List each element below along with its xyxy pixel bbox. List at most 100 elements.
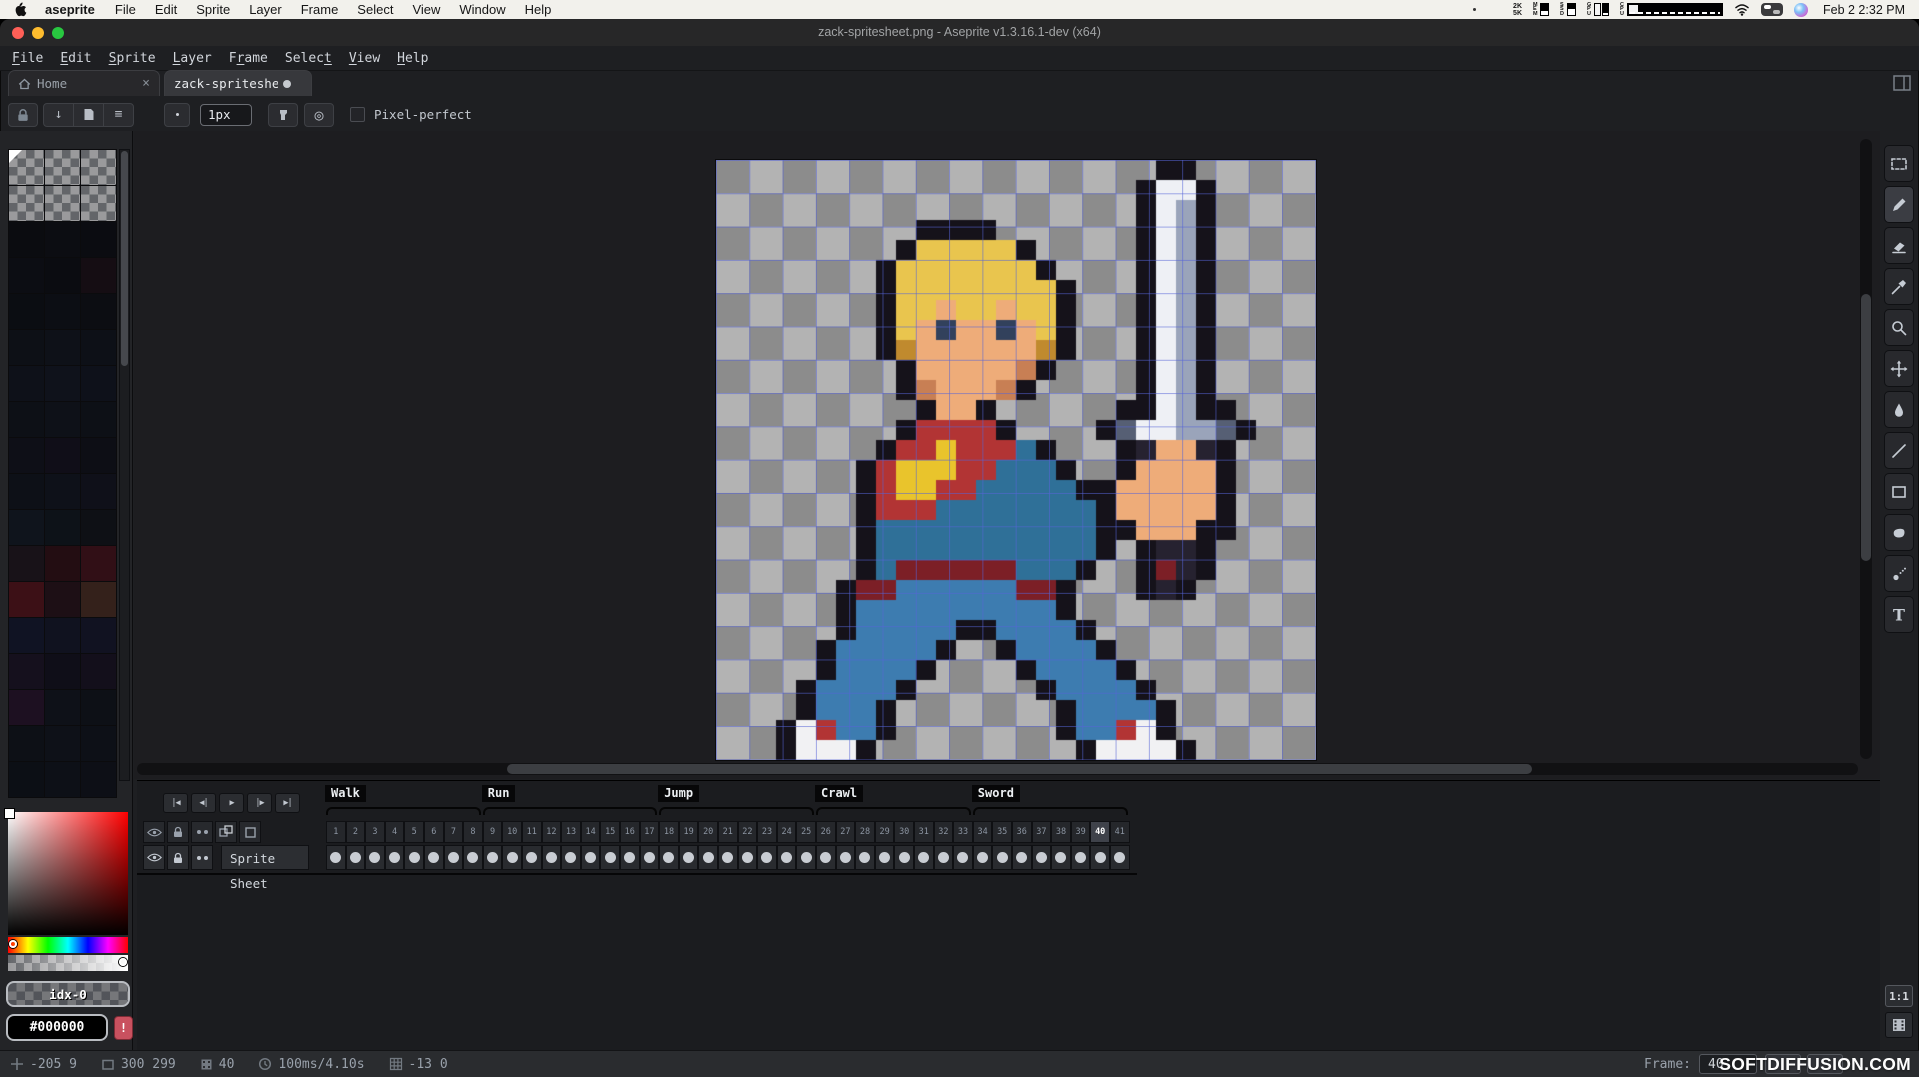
cel-34[interactable] [973, 845, 993, 870]
onion-skin-icon[interactable] [215, 821, 237, 843]
palette-swatch[interactable] [45, 546, 80, 581]
cel-40[interactable] [1090, 845, 1110, 870]
color-warning-button[interactable]: ! [114, 1016, 133, 1040]
mac-menu-edit[interactable]: Edit [155, 2, 177, 17]
palette-swatch[interactable] [45, 186, 80, 221]
mac-menu-file[interactable]: File [115, 2, 136, 17]
tag-label-sword[interactable]: Sword [972, 785, 1020, 802]
frame-header-1[interactable]: 1 [326, 821, 346, 843]
cel-20[interactable] [698, 845, 718, 870]
cel-38[interactable] [1051, 845, 1071, 870]
cel-1[interactable] [326, 845, 346, 870]
frame-header-6[interactable]: 6 [424, 821, 444, 843]
menu-file[interactable]: File [12, 51, 43, 66]
cel-17[interactable] [640, 845, 660, 870]
tab-home[interactable]: Home × [8, 70, 160, 96]
tag-range-run[interactable] [483, 807, 657, 815]
cel-14[interactable] [581, 845, 601, 870]
palette-swatch[interactable] [9, 186, 44, 221]
menu-frame[interactable]: Frame [229, 51, 268, 66]
palette-swatch[interactable] [9, 294, 44, 329]
tag-range-crawl[interactable] [816, 807, 971, 815]
mac-menu-select[interactable]: Select [357, 2, 393, 17]
cel-13[interactable] [561, 845, 581, 870]
palette-swatch[interactable] [9, 546, 44, 581]
mem-widget[interactable]: MEM [1533, 3, 1549, 17]
hex-color-field[interactable]: #000000 [6, 1014, 108, 1041]
frame-header-11[interactable]: 11 [522, 821, 542, 843]
frame-header-21[interactable]: 21 [718, 821, 738, 843]
palette-swatch[interactable] [9, 150, 44, 185]
mac-app-name[interactable]: aseprite [45, 2, 95, 17]
cel-30[interactable] [894, 845, 914, 870]
palette-swatch[interactable] [81, 618, 116, 653]
frame-header-19[interactable]: 19 [679, 821, 699, 843]
palette-swatch[interactable] [81, 258, 116, 293]
tag-range-jump[interactable] [659, 807, 814, 815]
palette-swatch[interactable] [81, 546, 116, 581]
pixel-perfect-checkbox[interactable] [350, 107, 365, 122]
cel-3[interactable] [365, 845, 385, 870]
palette-swatch[interactable] [45, 258, 80, 293]
play-button[interactable]: ▶ [219, 793, 244, 813]
gpu-widget[interactable]: GPU [1587, 3, 1609, 17]
frame-header-28[interactable]: 28 [855, 821, 875, 843]
paint-bucket-tool[interactable] [1884, 391, 1914, 428]
frame-header-7[interactable]: 7 [444, 821, 464, 843]
menu-edit[interactable]: Edit [60, 51, 91, 66]
frame-header-25[interactable]: 25 [796, 821, 816, 843]
palette-swatch[interactable] [45, 762, 80, 797]
frame-header-30[interactable]: 30 [894, 821, 914, 843]
frame-header-18[interactable]: 18 [659, 821, 679, 843]
close-window-button[interactable] [12, 27, 24, 39]
palette-swatch[interactable] [45, 474, 80, 509]
palette-swatch[interactable] [45, 690, 80, 725]
brush-size-input[interactable]: 1px [200, 104, 252, 126]
menu-sprite[interactable]: Sprite [109, 51, 156, 66]
cel-10[interactable] [502, 845, 522, 870]
palette-file-button[interactable] [73, 103, 104, 127]
frame-header-39[interactable]: 39 [1071, 821, 1091, 843]
frame-header-8[interactable]: 8 [463, 821, 483, 843]
cel-28[interactable] [855, 845, 875, 870]
frame-header-23[interactable]: 23 [757, 821, 777, 843]
frame-header-20[interactable]: 20 [698, 821, 718, 843]
palette-swatch[interactable] [9, 366, 44, 401]
frame-header-33[interactable]: 33 [953, 821, 973, 843]
palette-swatch[interactable] [9, 222, 44, 257]
frame-header-12[interactable]: 12 [542, 821, 562, 843]
palette-swatch[interactable] [9, 618, 44, 653]
eyedropper-tool[interactable] [1884, 268, 1914, 305]
tab-document[interactable]: zack-spritesheet [164, 70, 312, 96]
layer-name[interactable]: Sprite Sheet [221, 845, 309, 870]
cel-18[interactable] [659, 845, 679, 870]
cel-29[interactable] [875, 845, 895, 870]
palette-swatch[interactable] [81, 726, 116, 761]
mac-menu-sprite[interactable]: Sprite [196, 2, 230, 17]
cel-16[interactable] [620, 845, 640, 870]
contour-tool[interactable] [1884, 514, 1914, 551]
frame-header-38[interactable]: 38 [1051, 821, 1071, 843]
frame-header-37[interactable]: 37 [1032, 821, 1052, 843]
cel-8[interactable] [463, 845, 483, 870]
palette-swatch[interactable] [45, 222, 80, 257]
palette-swatch[interactable] [9, 330, 44, 365]
eye-column-icon[interactable] [143, 821, 165, 843]
cel-24[interactable] [777, 845, 797, 870]
tag-label-walk[interactable]: Walk [325, 785, 366, 802]
tag-range-sword[interactable] [973, 807, 1128, 815]
mac-menu-window[interactable]: Window [459, 2, 505, 17]
palette-swatch[interactable] [45, 438, 80, 473]
layer-visibility-toggle[interactable] [143, 845, 165, 870]
cel-31[interactable] [914, 845, 934, 870]
cel-37[interactable] [1032, 845, 1052, 870]
palette-swatch[interactable] [45, 510, 80, 545]
tag-label-jump[interactable]: Jump [658, 785, 699, 802]
frame-header-29[interactable]: 29 [875, 821, 895, 843]
palette-lock-button[interactable] [8, 103, 38, 127]
color-index-button[interactable]: idx-0 [6, 981, 130, 1007]
apple-icon[interactable] [14, 2, 27, 17]
mac-menu-help[interactable]: Help [525, 2, 552, 17]
cel-12[interactable] [542, 845, 562, 870]
menu-view[interactable]: View [349, 51, 380, 66]
